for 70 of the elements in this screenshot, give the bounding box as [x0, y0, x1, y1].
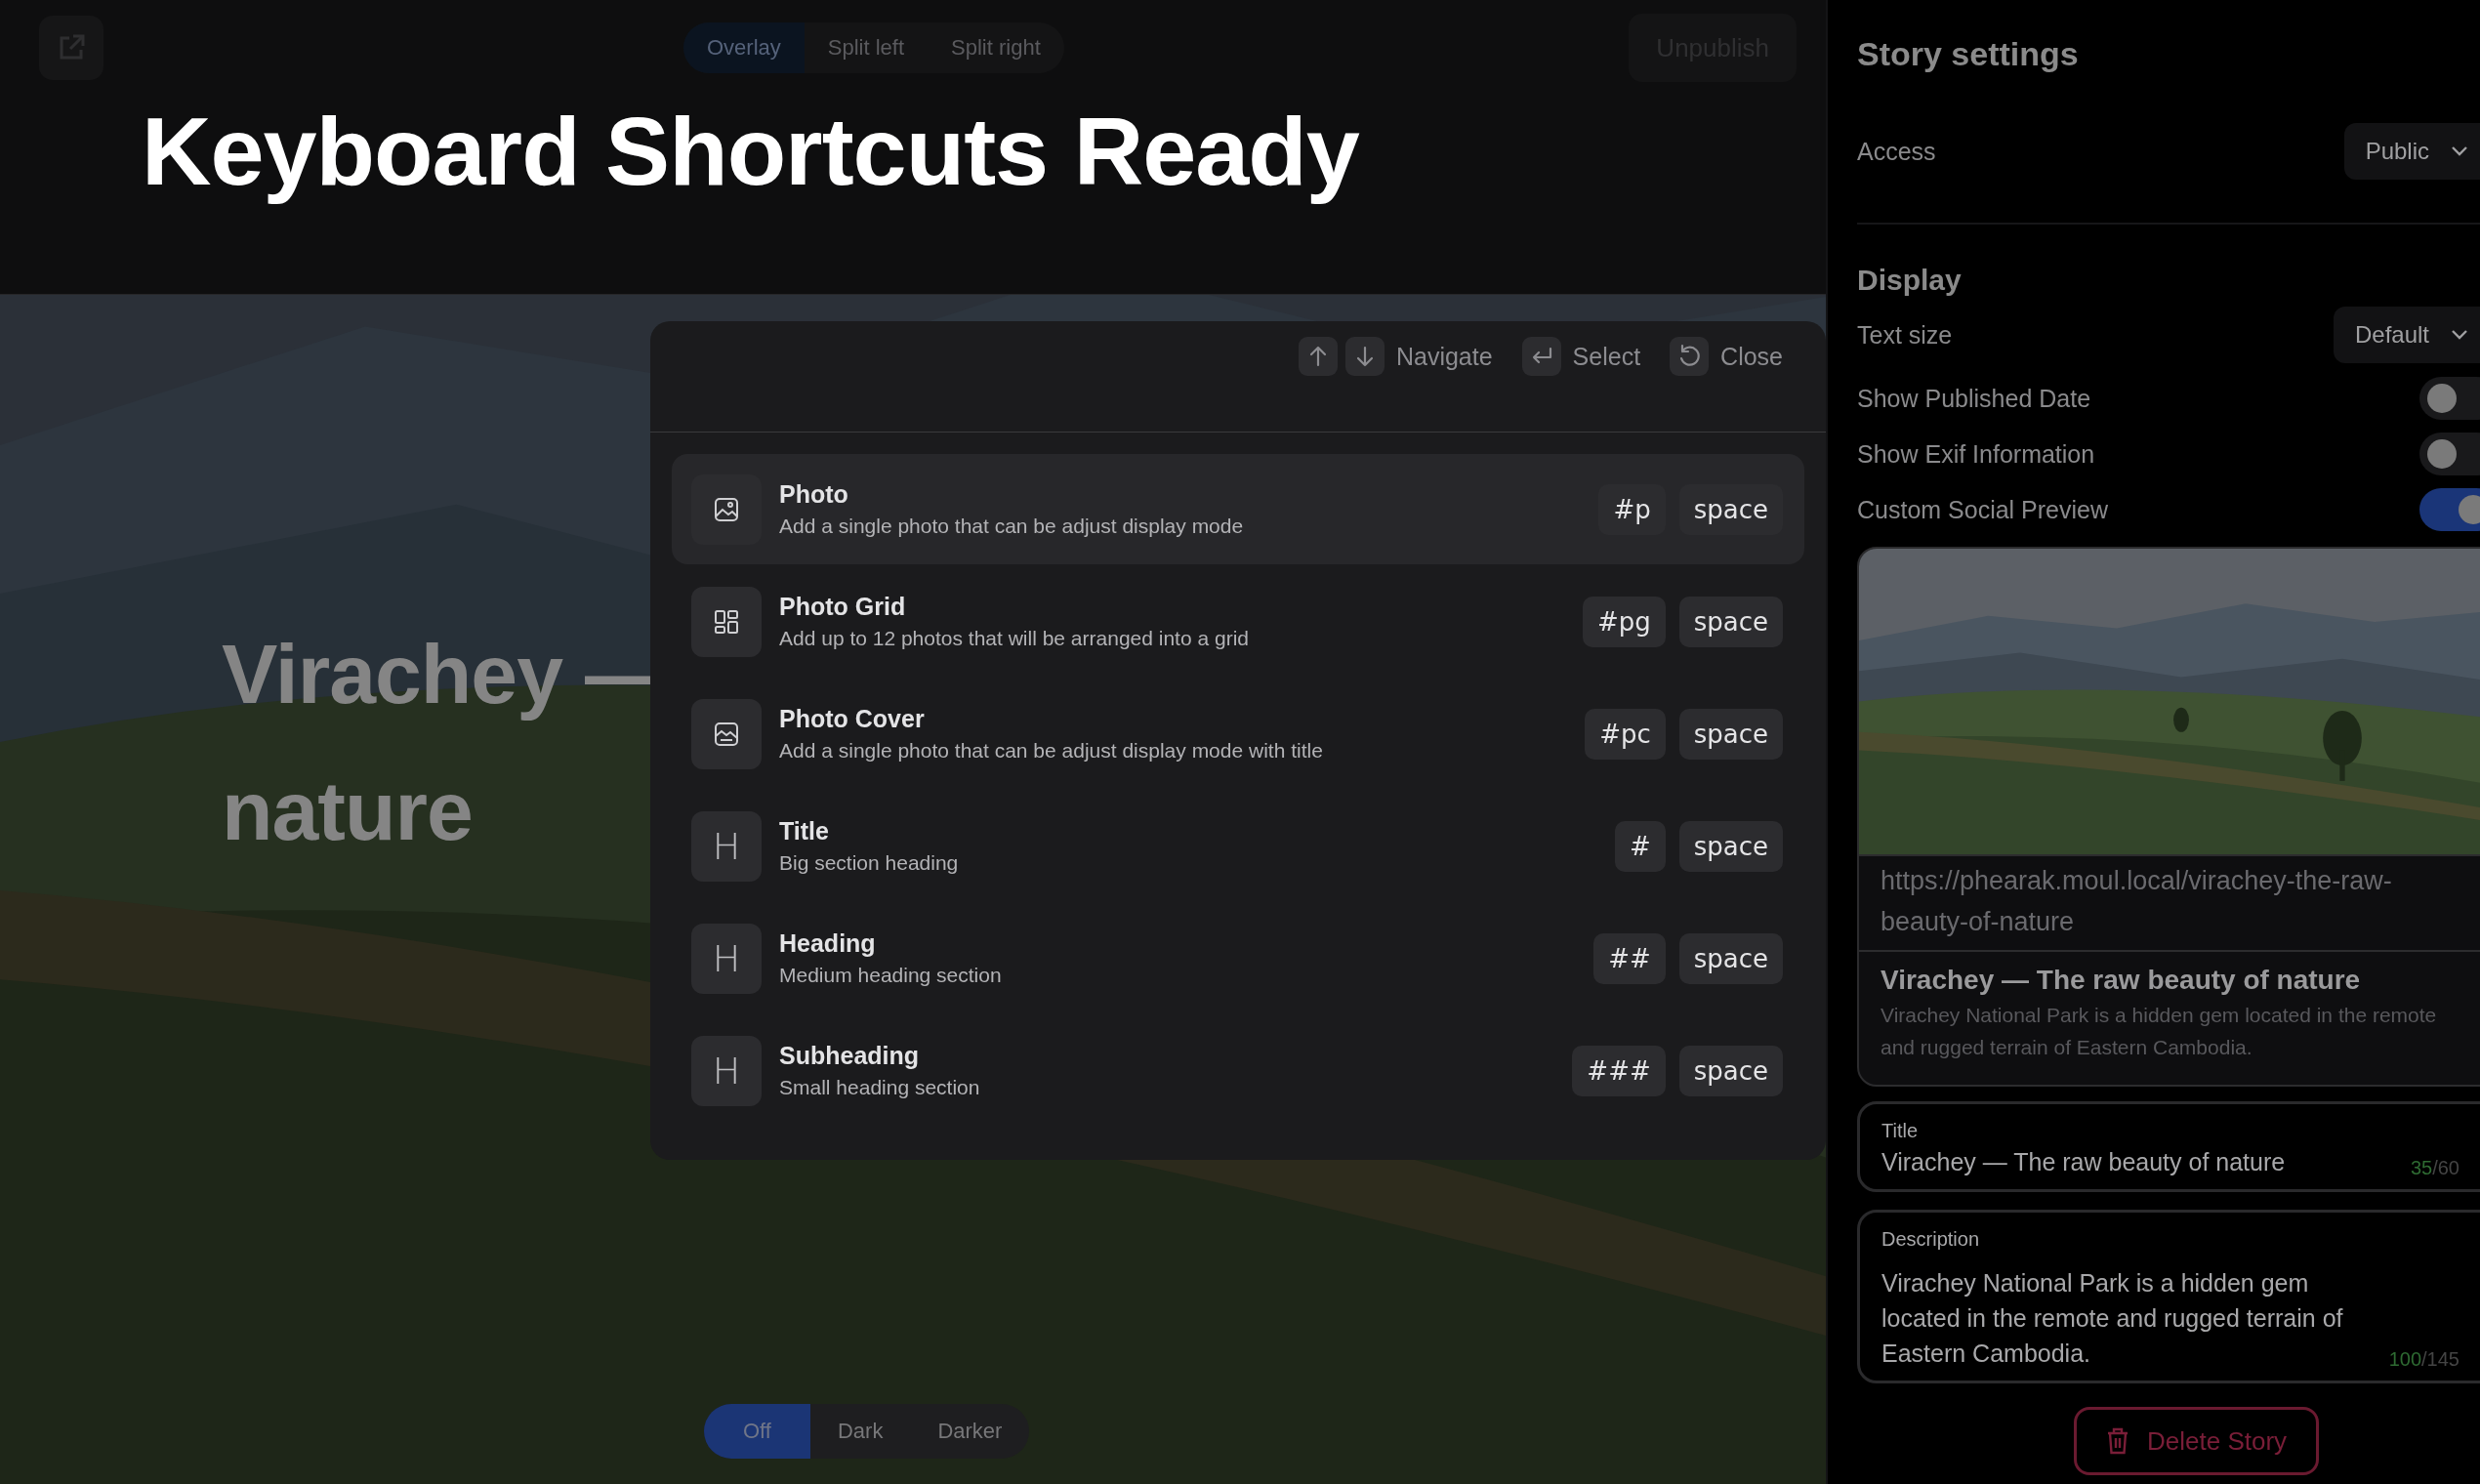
- banner-title: Keyboard Shortcuts Ready: [142, 96, 1360, 207]
- option-description: Add up to 12 photos that will be arranged into a grid: [779, 627, 1249, 650]
- shortcut-key: #pc: [1585, 708, 1666, 760]
- field-label: Description: [1881, 1227, 1981, 1252]
- shortcut-hint: Close: [1720, 342, 1783, 371]
- description-field[interactable]: Description Virachey National Park is a hidden gem located in the remote and rugged terrain of Eastern Cambodia. 100/145: [1857, 1210, 2480, 1383]
- shortcut-key: space: [1678, 596, 1783, 647]
- field-label: Title: [1881, 1119, 1920, 1143]
- setting-label: Custom Social Preview: [1857, 495, 2109, 524]
- shortcut-hint: Select: [1572, 342, 1641, 371]
- option-title: Subheading: [779, 1042, 921, 1070]
- setting-label: Access: [1857, 137, 1936, 166]
- dropdown[interactable]: Default: [2333, 307, 2480, 363]
- shortcut-key: #p: [1598, 483, 1666, 535]
- block-option[interactable]: H Heading Medium heading section ## space: [672, 903, 1804, 1013]
- field-value: Virachey — The raw beauty of nature: [1881, 1147, 2286, 1177]
- character-counter: 100/145: [2388, 1348, 2459, 1371]
- option-description: Medium heading section: [779, 964, 1002, 987]
- toggle-switch[interactable]: [2419, 488, 2480, 531]
- panel-title: Story settings: [1857, 34, 2080, 74]
- shortcut-hint: Navigate: [1395, 342, 1493, 371]
- dim-mode-tab[interactable]: Darker: [910, 1404, 1030, 1459]
- preview-title: Virachey — The raw beauty of nature: [1881, 964, 2362, 997]
- option-title: Photo Grid: [779, 593, 907, 621]
- block-option[interactable]: H Subheading Small heading section ### space: [672, 1015, 1804, 1126]
- block-option[interactable]: H Title Big section heading # space: [672, 791, 1804, 901]
- dim-mode-tab[interactable]: Dark: [809, 1404, 911, 1459]
- field-value: Virachey National Park is a hidden gem located in the remote and rugged terrain of Eastern Cambodia.: [1881, 1268, 2344, 1369]
- option-title: Photo: [779, 480, 849, 509]
- option-title: Title: [779, 817, 830, 845]
- section-heading: Display: [1857, 263, 1963, 298]
- setting-label: Show Published Date: [1857, 384, 2091, 413]
- shortcut-key: space: [1678, 820, 1783, 872]
- shortcut-key: ##: [1593, 932, 1666, 984]
- arrow-up-icon: [1298, 337, 1338, 376]
- dropdown[interactable]: Public: [2343, 123, 2480, 180]
- preview-url: https://phearak.moul.local/virachey-the-raw-beauty-of-nature: [1859, 854, 2480, 952]
- character-counter: 35/60: [2410, 1157, 2459, 1179]
- return-key-icon: [1521, 337, 1561, 376]
- option-title: Heading: [779, 929, 877, 958]
- shortcut-key: #pg: [1582, 596, 1666, 647]
- heading-icon: H: [691, 810, 762, 882]
- option-title: Photo Cover: [779, 705, 926, 733]
- shortcut-key: ###: [1572, 1045, 1666, 1096]
- shortcut-key: space: [1678, 932, 1783, 984]
- story-headline: nature: [222, 763, 473, 859]
- option-description: Add a single photo that can be adjust display mode: [779, 515, 1244, 538]
- block-option[interactable]: Photo Add a single photo that can be adjust display mode #p space: [672, 454, 1804, 564]
- shortcut-key: space: [1678, 708, 1783, 760]
- chevron-down-icon: [2451, 145, 2468, 157]
- shortcut-key: space: [1678, 483, 1783, 535]
- shortcut-key: space: [1678, 1045, 1783, 1096]
- setting-label: Text size: [1857, 320, 1953, 350]
- toggle-switch[interactable]: [2419, 377, 2480, 420]
- setting-label: Show Exif Information: [1857, 439, 2095, 469]
- toggle-switch[interactable]: [2419, 433, 2480, 475]
- block-option[interactable]: Photo Cover Add a single photo that can be adjust display mode with title #pc space: [672, 679, 1804, 789]
- option-description: Add a single photo that can be adjust display mode with title: [779, 739, 1323, 763]
- trash-icon: [2106, 1427, 2129, 1455]
- option-description: Small heading section: [779, 1076, 980, 1099]
- arrow-down-icon: [1344, 337, 1385, 376]
- shortcut-key: #: [1614, 820, 1666, 872]
- option-description: Big section heading: [779, 851, 959, 875]
- preview-description: Virachey National Park is a hidden gem located in the remote and rugged terrain of Eastern Cambodia.: [1881, 1003, 2438, 1060]
- heading-icon: H: [691, 1035, 762, 1106]
- title-field[interactable]: Title Virachey — The raw beauty of nature 35/60: [1857, 1101, 2480, 1192]
- block-option[interactable]: Photo Grid Add up to 12 photos that will be arranged into a grid #pg space: [672, 566, 1804, 677]
- rotate-icon: [1670, 337, 1710, 376]
- chevron-down-icon: [2451, 329, 2468, 341]
- heading-icon: H: [691, 923, 762, 994]
